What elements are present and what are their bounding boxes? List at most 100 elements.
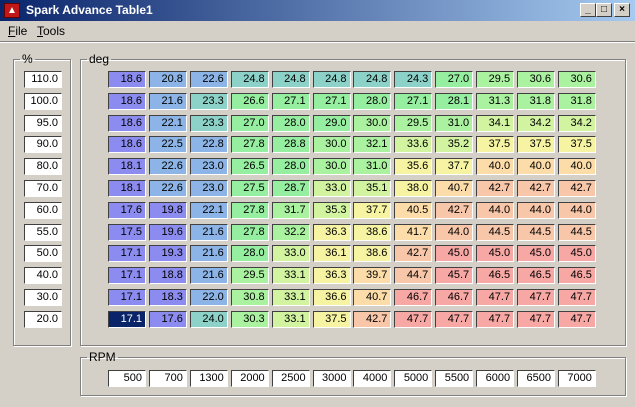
table-cell[interactable]: 17.6 [108,201,146,219]
table-cell[interactable]: 34.2 [517,114,555,132]
table-cell[interactable]: 21.6 [148,92,187,110]
table-cell[interactable]: 22.6 [148,180,187,197]
table-cell[interactable]: 36.3 [312,223,351,241]
table-cell[interactable]: 24.8 [353,71,392,88]
table-cell[interactable]: 44.0 [435,223,474,241]
table-cell[interactable]: 47.7 [476,289,515,306]
table-cell[interactable]: 21.6 [189,223,228,241]
table-cell[interactable]: 47.7 [435,310,474,328]
table-cell[interactable]: 22.0 [189,289,228,306]
rpm-axis-cell[interactable]: 3000 [312,370,351,387]
table-cell[interactable]: 42.7 [353,310,392,328]
table-cell[interactable]: 22.5 [148,136,187,154]
table-cell[interactable]: 46.7 [394,289,433,306]
table-cell[interactable]: 22.8 [189,136,228,154]
table-cell[interactable]: 44.5 [476,223,515,241]
rpm-axis-cell[interactable]: 4000 [353,370,392,387]
table-cell[interactable]: 33.1 [271,267,310,285]
rpm-axis-cell[interactable]: 500 [108,370,146,387]
load-axis-cell[interactable]: 40.0 [24,267,62,285]
table-cell[interactable]: 31.7 [271,201,310,219]
table-cell[interactable]: 27.1 [312,92,351,110]
table-cell[interactable]: 23.3 [189,92,228,110]
table-cell[interactable]: 17.1 [108,289,146,306]
load-axis-cell[interactable]: 80.0 [24,158,62,176]
table-cell[interactable]: 34.1 [476,114,515,132]
table-cell[interactable]: 40.0 [557,158,596,176]
table-cell[interactable]: 40.5 [394,201,433,219]
table-cell[interactable]: 44.5 [557,223,596,241]
table-cell[interactable]: 17.6 [148,310,187,328]
table-cell[interactable]: 24.8 [230,71,269,88]
table-cell[interactable]: 19.6 [148,223,187,241]
table-cell[interactable]: 18.6 [108,114,146,132]
table-cell[interactable]: 47.7 [476,310,515,328]
table-cell[interactable]: 45.0 [557,245,596,263]
table-cell[interactable]: 18.1 [108,158,146,176]
table-cell[interactable]: 35.1 [353,180,392,197]
table-cell[interactable]: 37.5 [476,136,515,154]
table-cell[interactable]: 46.5 [557,267,596,285]
table-cell[interactable]: 40.7 [353,289,392,306]
table-cell[interactable]: 37.7 [353,201,392,219]
load-axis-cell[interactable]: 30.0 [24,289,62,306]
table-cell[interactable]: 46.5 [517,267,555,285]
table-cell[interactable]: 27.8 [230,223,269,241]
table-cell[interactable]: 37.5 [557,136,596,154]
close-button[interactable]: × [614,3,630,17]
table-cell[interactable]: 42.7 [394,245,433,263]
table-cell[interactable]: 21.6 [189,245,228,263]
load-axis-cell[interactable]: 90.0 [24,136,62,154]
rpm-axis-cell[interactable]: 2500 [271,370,310,387]
table-cell[interactable]: 17.1 [108,267,146,285]
rpm-axis-cell[interactable]: 5000 [394,370,433,387]
table-cell[interactable]: 38.0 [394,180,433,197]
table-cell[interactable]: 28.0 [271,158,310,176]
table-cell[interactable]: 19.3 [148,245,187,263]
table-cell[interactable]: 34.2 [557,114,596,132]
table-cell[interactable]: 45.0 [517,245,555,263]
table-cell[interactable]: 23.0 [189,180,228,197]
table-cell[interactable]: 18.1 [108,180,146,197]
load-axis-cell[interactable]: 110.0 [24,71,62,88]
title-bar[interactable]: ▲ Spark Advance Table1 _ □ × [0,0,635,21]
table-cell[interactable]: 18.3 [148,289,187,306]
table-cell[interactable]: 28.8 [271,136,310,154]
table-cell[interactable]: 28.0 [353,92,392,110]
table-cell[interactable]: 31.8 [517,92,555,110]
table-cell[interactable]: 47.7 [557,310,596,328]
table-cell[interactable]: 30.0 [312,136,351,154]
table-cell[interactable]: 24.3 [394,71,433,88]
table-cell[interactable]: 24.8 [312,71,351,88]
table-cell[interactable]: 27.8 [230,136,269,154]
table-cell[interactable]: 27.5 [230,180,269,197]
table-cell[interactable]: 33.6 [394,136,433,154]
table-cell[interactable]: 31.0 [435,114,474,132]
rpm-axis-cell[interactable]: 6500 [517,370,555,387]
table-cell[interactable]: 30.6 [557,71,596,88]
table-cell[interactable]: 28.0 [230,245,269,263]
table-cell[interactable]: 18.6 [108,71,146,88]
table-cell[interactable]: 31.3 [476,92,515,110]
load-axis-cell[interactable]: 70.0 [24,180,62,197]
table-cell[interactable]: 27.0 [435,71,474,88]
table-cell[interactable]: 42.7 [435,201,474,219]
rpm-axis-cell[interactable]: 6000 [476,370,515,387]
load-axis-cell[interactable]: 20.0 [24,310,62,328]
table-cell[interactable]: 36.1 [312,245,351,263]
table-cell[interactable]: 31.8 [557,92,596,110]
table-cell[interactable]: 44.0 [517,201,555,219]
table-cell[interactable]: 18.8 [148,267,187,285]
table-cell[interactable]: 36.3 [312,267,351,285]
table-cell[interactable]: 35.6 [394,158,433,176]
table-cell[interactable]: 46.5 [476,267,515,285]
table-cell[interactable]: 37.5 [312,310,351,328]
table-cell[interactable]: 22.6 [189,71,228,88]
table-cell[interactable]: 47.7 [557,289,596,306]
table-cell[interactable]: 45.0 [476,245,515,263]
rpm-axis-cell[interactable]: 5500 [435,370,474,387]
table-cell[interactable]: 44.7 [394,267,433,285]
table-cell[interactable]: 47.7 [517,289,555,306]
table-cell[interactable]: 30.0 [353,114,392,132]
table-cell[interactable]: 44.0 [557,201,596,219]
